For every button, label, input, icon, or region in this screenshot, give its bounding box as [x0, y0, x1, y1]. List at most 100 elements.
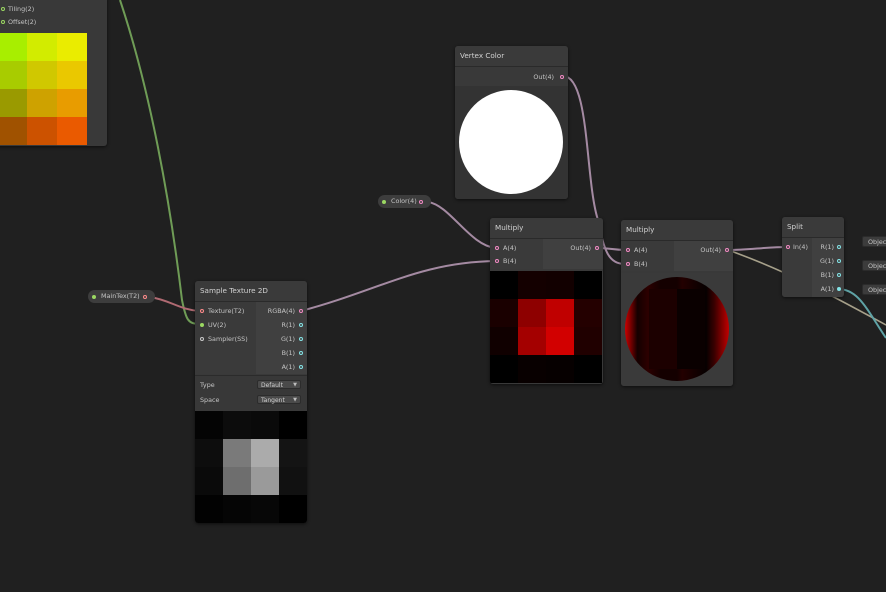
maintex-output-port-icon[interactable] [143, 294, 147, 299]
wire-rgba-to-multiply-b[interactable] [300, 260, 497, 312]
multiply-2-preview [621, 273, 733, 386]
texture-preview-cell [251, 411, 279, 439]
uv-preview-cell [0, 117, 27, 145]
wire-texture[interactable] [149, 296, 201, 312]
object-field-3[interactable]: Object [862, 284, 886, 295]
multiply-preview-cell [490, 271, 518, 299]
multiply-preview-cell [518, 327, 546, 355]
split-r-port-icon[interactable] [837, 245, 841, 249]
multiply-node-1[interactable]: Multiply A(4) B(4) Out(4) [490, 218, 603, 384]
split-b-port-icon[interactable] [837, 273, 841, 277]
multiply-preview-cell [490, 299, 518, 327]
object-field-label: Object [868, 262, 886, 270]
tiling-port-label: Tiling(2) [8, 5, 35, 13]
split-node[interactable]: Split In(4) R(1) G(1) B(1) A(1) [782, 217, 844, 297]
sample-texture-2d-node[interactable]: Sample Texture 2D Texture(T2) UV(2) Samp… [195, 281, 307, 523]
multiply-1-b-port-icon[interactable] [495, 259, 499, 263]
multiply-2-out-port-icon[interactable] [725, 248, 729, 252]
texture-preview-cell [195, 439, 223, 467]
split-b-label: B(1) [820, 271, 834, 279]
multiply-preview-cell [490, 355, 518, 383]
wire-uv[interactable] [119, 0, 201, 325]
uv-preview-cell [57, 61, 87, 89]
b-output-label: B(1) [281, 349, 295, 357]
multiply-preview-cell [518, 271, 546, 299]
color-label: Color(4) [391, 197, 417, 205]
split-g-port-icon[interactable] [837, 259, 841, 263]
offset-port-label: Offset(2) [8, 18, 37, 26]
multiply-1-title: Multiply [490, 218, 603, 239]
texture-preview-cell [195, 467, 223, 495]
split-a-label: A(1) [820, 285, 834, 293]
split-a-port-icon[interactable] [837, 287, 841, 291]
sphere-dark-band [677, 289, 705, 369]
multiply-2-outputs: Out(4) [674, 241, 733, 271]
sampler-input-port-icon[interactable] [200, 337, 204, 341]
vertex-color-preview [455, 86, 568, 199]
vertex-color-node[interactable]: Vertex Color Out(4) [455, 46, 568, 199]
texture-preview-cell [279, 495, 307, 523]
tiling-offset-node[interactable]: Tiling(2) Offset(2) [0, 0, 107, 146]
multiply-1-out-port-icon[interactable] [595, 246, 599, 250]
sampler-input-label: Sampler(SS) [208, 335, 248, 343]
r-output-label: R(1) [281, 321, 296, 329]
texture-input-port-icon[interactable] [200, 309, 204, 313]
texture-preview-cell [251, 439, 279, 467]
wire-color-to-multiply-a[interactable] [427, 201, 497, 249]
multiply-2-title: Multiply [621, 220, 733, 241]
maintex-property[interactable]: MainTex(T2) [88, 290, 155, 303]
texture-preview-cell [223, 439, 251, 467]
uv-preview-cell [0, 33, 27, 61]
tiling-port-icon[interactable] [1, 7, 5, 11]
split-in-port-icon[interactable] [786, 245, 790, 249]
white-sphere-preview [459, 90, 563, 194]
uv-preview [0, 33, 104, 145]
g-output-port-icon[interactable] [299, 337, 303, 341]
type-dropdown-value: Default [261, 382, 283, 389]
outputs-column: RGBA(4) R(1) G(1) B(1) A(1) [256, 302, 307, 374]
wire-multiply-to-split[interactable] [727, 246, 790, 251]
texture-preview-cell [223, 495, 251, 523]
type-dropdown[interactable]: Default ▼ [257, 380, 301, 389]
multiply-1-preview [490, 271, 603, 384]
property-indicator-icon [382, 199, 386, 204]
texture-preview-cell [251, 495, 279, 523]
maintex-label: MainTex(T2) [101, 292, 140, 300]
object-field-2[interactable]: Object [862, 260, 886, 271]
uv-input-port-icon[interactable] [200, 323, 204, 327]
texture-preview [195, 411, 307, 523]
g-output-label: G(1) [280, 335, 295, 343]
multiply-2-out-label: Out(4) [700, 246, 721, 254]
color-output-port-icon[interactable] [419, 199, 423, 204]
multiply-1-out-label: Out(4) [570, 244, 591, 252]
multiply-preview-cell [546, 299, 574, 327]
multiply-2-b-label: B(4) [634, 260, 648, 268]
a-output-port-icon[interactable] [299, 365, 303, 369]
split-g-label: G(1) [819, 257, 834, 265]
wire-alpha-offscreen[interactable] [837, 288, 886, 339]
space-dropdown[interactable]: Tangent ▼ [257, 395, 301, 404]
split-outputs: R(1) G(1) B(1) A(1) [812, 238, 844, 297]
color-property[interactable]: Color(4) [378, 195, 431, 208]
type-label: Type [200, 381, 215, 389]
split-inputs: In(4) [782, 238, 812, 297]
object-field-1[interactable]: Object [862, 236, 886, 247]
multiply-node-2[interactable]: Multiply A(4) B(4) Out(4) [621, 220, 733, 386]
multiply-preview-cell [574, 271, 602, 299]
r-output-port-icon[interactable] [299, 323, 303, 327]
uv-input-label: UV(2) [208, 321, 227, 329]
rgba-output-port-icon[interactable] [299, 309, 303, 313]
texture-preview-cell [279, 439, 307, 467]
multiply-preview-cell [574, 355, 602, 383]
offset-port-icon[interactable] [1, 20, 5, 24]
multiply-2-a-port-icon[interactable] [626, 248, 630, 252]
b-output-port-icon[interactable] [299, 351, 303, 355]
multiply-preview-cell [490, 327, 518, 355]
sample-texture-title: Sample Texture 2D [195, 281, 307, 302]
red-sphere-preview [625, 277, 729, 381]
texture-preview-cell [223, 411, 251, 439]
vertex-color-out-port-icon[interactable] [560, 75, 564, 79]
multiply-2-b-port-icon[interactable] [626, 262, 630, 266]
multiply-1-a-port-icon[interactable] [495, 246, 499, 250]
multiply-preview-cell [518, 299, 546, 327]
